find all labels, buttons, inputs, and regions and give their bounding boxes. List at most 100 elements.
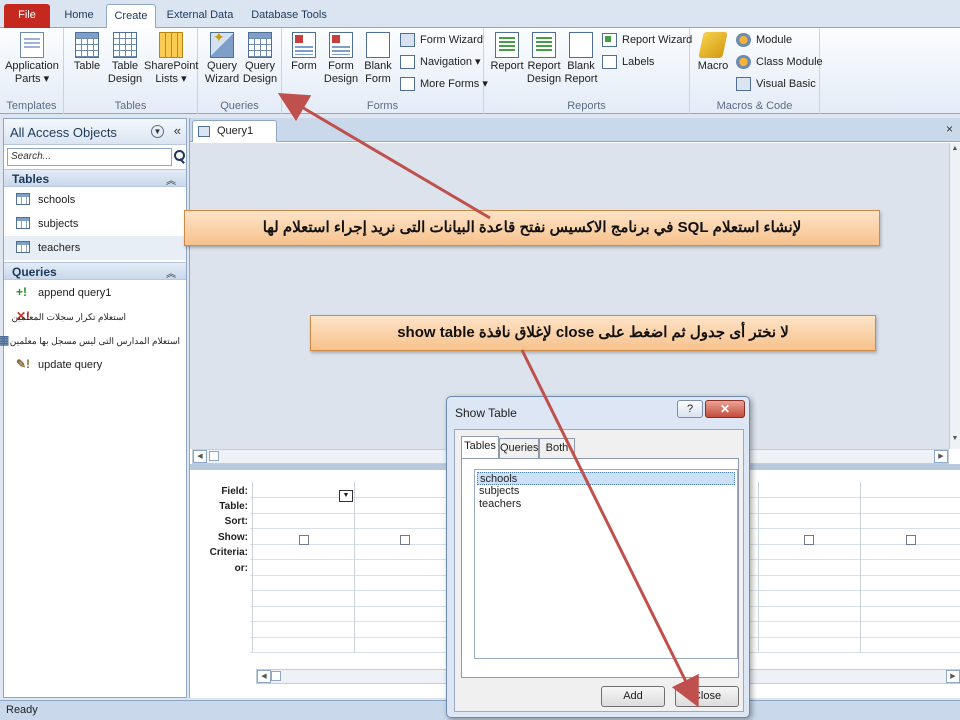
tab-external-data[interactable]: External Data	[162, 4, 238, 28]
dialog-tab-queries[interactable]: Queries	[499, 438, 539, 458]
show-checkbox[interactable]	[299, 535, 309, 545]
blank-form-icon	[366, 32, 390, 58]
nav-item-label: schools	[38, 194, 76, 206]
scroll-right-icon[interactable]: ▶	[946, 670, 960, 683]
navigation-icon	[400, 55, 415, 69]
form-wizard-button[interactable]: Form Wizard	[400, 31, 483, 49]
nav-header[interactable]: All Access Objects ▼ «	[4, 119, 186, 145]
scroll-thumb[interactable]	[209, 451, 219, 461]
report-button[interactable]: Report	[488, 32, 526, 73]
group-templates: Application Parts ▾ Templates	[0, 28, 64, 114]
nav-item-subjects[interactable]: subjects	[4, 212, 186, 236]
list-item-schools[interactable]: schools	[477, 472, 735, 485]
table-icon	[16, 217, 30, 229]
group-label-templates: Templates	[6, 100, 57, 112]
scroll-thumb[interactable]	[271, 671, 281, 681]
search-icon[interactable]	[172, 147, 186, 165]
dialog-tab-both[interactable]: Both	[539, 438, 575, 458]
document-tab-label: Query1	[217, 125, 254, 137]
visual-basic-button[interactable]: Visual Basic	[736, 75, 816, 93]
show-checkbox[interactable]	[906, 535, 916, 545]
nav-item-schools[interactable]: schools	[4, 188, 186, 212]
list-item-subjects[interactable]: subjects	[477, 485, 735, 498]
scroll-left-icon[interactable]: ◀	[257, 670, 271, 683]
nav-item-duplicate-teachers-query[interactable]: ✕! استعلام تكرار سجلات المعلمين	[4, 305, 186, 329]
labels-button[interactable]: Labels	[602, 53, 654, 71]
tab-file[interactable]: File	[4, 4, 50, 28]
nav-menu-dropdown-icon[interactable]: ▼	[151, 125, 164, 138]
table-button[interactable]: Table	[68, 32, 106, 73]
group-label-forms: Forms	[366, 100, 399, 112]
nav-item-label: update query	[38, 359, 103, 371]
grid-row-label-table: Table:	[219, 501, 248, 512]
nav-item-schools-without-teachers-query[interactable]: ▦ استعلام المدارس التى ليس مسجل بها معلم…	[0, 329, 186, 353]
show-table-dialog: Show Table ? ✕ Tables Queries Both schoo…	[446, 396, 750, 718]
list-item-teachers[interactable]: teachers	[477, 498, 735, 511]
navigation-button[interactable]: Navigation ▾	[400, 53, 481, 71]
blank-report-button[interactable]: Blank Report	[562, 32, 600, 86]
nav-section-queries-title: Queries	[12, 265, 57, 279]
macro-button[interactable]: Macro	[694, 32, 732, 73]
dialog-tab-tables[interactable]: Tables	[461, 436, 499, 458]
dialog-close-icon[interactable]: ✕	[705, 400, 745, 418]
tab-database-tools[interactable]: Database Tools	[246, 4, 332, 28]
close-document-icon[interactable]: ×	[946, 122, 953, 136]
tab-create[interactable]: Create	[106, 4, 156, 29]
application-parts-button[interactable]: Application Parts ▾	[4, 32, 60, 86]
nav-item-update-query[interactable]: ✎! update query	[4, 353, 186, 377]
grid-column-1[interactable]	[252, 482, 352, 652]
grid-row-label-field: Field:	[221, 486, 248, 497]
help-icon[interactable]: ?	[677, 400, 703, 418]
instruction-callout-open-database: لإنشاء استعلام SQL في برنامج الاكسيس نفت…	[184, 210, 880, 246]
table-design-button[interactable]: Table Design	[106, 32, 144, 86]
scroll-down-icon[interactable]: ▼	[950, 435, 960, 447]
more-forms-button[interactable]: More Forms ▾	[400, 75, 488, 93]
report-wizard-button[interactable]: Report Wizard	[602, 31, 692, 49]
nav-search-input[interactable]: Search...	[7, 148, 172, 166]
query-wizard-button[interactable]: Query Wizard	[202, 31, 242, 86]
table-design-icon	[113, 32, 137, 58]
form-button[interactable]: Form	[286, 32, 322, 73]
show-checkbox[interactable]	[400, 535, 410, 545]
form-design-button[interactable]: Form Design	[322, 32, 360, 86]
group-forms: Form Form Design Blank Form Form Wizard …	[282, 28, 488, 114]
grid-column-6[interactable]	[758, 482, 858, 652]
nav-section-queries[interactable]: Queries ︽	[4, 262, 186, 280]
table-list[interactable]: schools subjects teachers	[474, 469, 738, 659]
group-label-queries: Queries	[220, 100, 259, 112]
blank-report-icon	[569, 32, 593, 58]
nav-section-tables[interactable]: Tables ︽	[4, 169, 186, 187]
grid-column-7[interactable]	[860, 482, 960, 652]
nav-shutter-collapse-icon[interactable]: «	[174, 123, 181, 138]
blank-form-button[interactable]: Blank Form	[360, 32, 396, 86]
module-button[interactable]: Module	[736, 31, 792, 49]
scroll-up-icon[interactable]: ▲	[950, 145, 960, 157]
group-label-reports: Reports	[567, 100, 606, 112]
macro-label: Macro	[697, 60, 729, 72]
table-icon	[75, 32, 99, 58]
show-checkbox[interactable]	[804, 535, 814, 545]
grid-row-label-criteria: Criteria:	[209, 547, 248, 558]
report-wizard-label: Report Wizard	[622, 34, 693, 46]
field-dropdown-arrow-icon[interactable]: ▼	[339, 490, 353, 502]
tab-home[interactable]: Home	[58, 4, 100, 28]
class-module-button[interactable]: Class Module	[736, 53, 823, 71]
document-tab-query1[interactable]: Query1	[192, 120, 277, 142]
form-design-label: Form Design	[323, 60, 359, 85]
sharepoint-lists-button[interactable]: SharePoint Lists ▾	[144, 32, 198, 86]
query-design-button[interactable]: Query Design	[240, 32, 280, 86]
application-parts-icon	[20, 32, 44, 58]
chevron-up-icon: ︽	[166, 176, 176, 187]
add-button[interactable]: Add	[601, 686, 665, 707]
grid-column-2[interactable]	[354, 482, 454, 652]
nav-item-teachers[interactable]: teachers	[4, 236, 186, 260]
report-icon	[495, 32, 519, 58]
nav-item-append-query1[interactable]: +! append query1	[4, 281, 186, 305]
scroll-left-icon[interactable]: ◀	[193, 450, 207, 463]
ribbon: Application Parts ▾ Templates Table Tabl…	[0, 28, 960, 114]
report-design-button[interactable]: Report Design	[524, 32, 564, 86]
table-pane-vertical-scrollbar[interactable]: ▲ ▼	[949, 143, 960, 449]
nav-item-label: append query1	[38, 287, 112, 299]
close-button[interactable]: Close	[675, 686, 739, 707]
scroll-right-icon[interactable]: ▶	[934, 450, 948, 463]
